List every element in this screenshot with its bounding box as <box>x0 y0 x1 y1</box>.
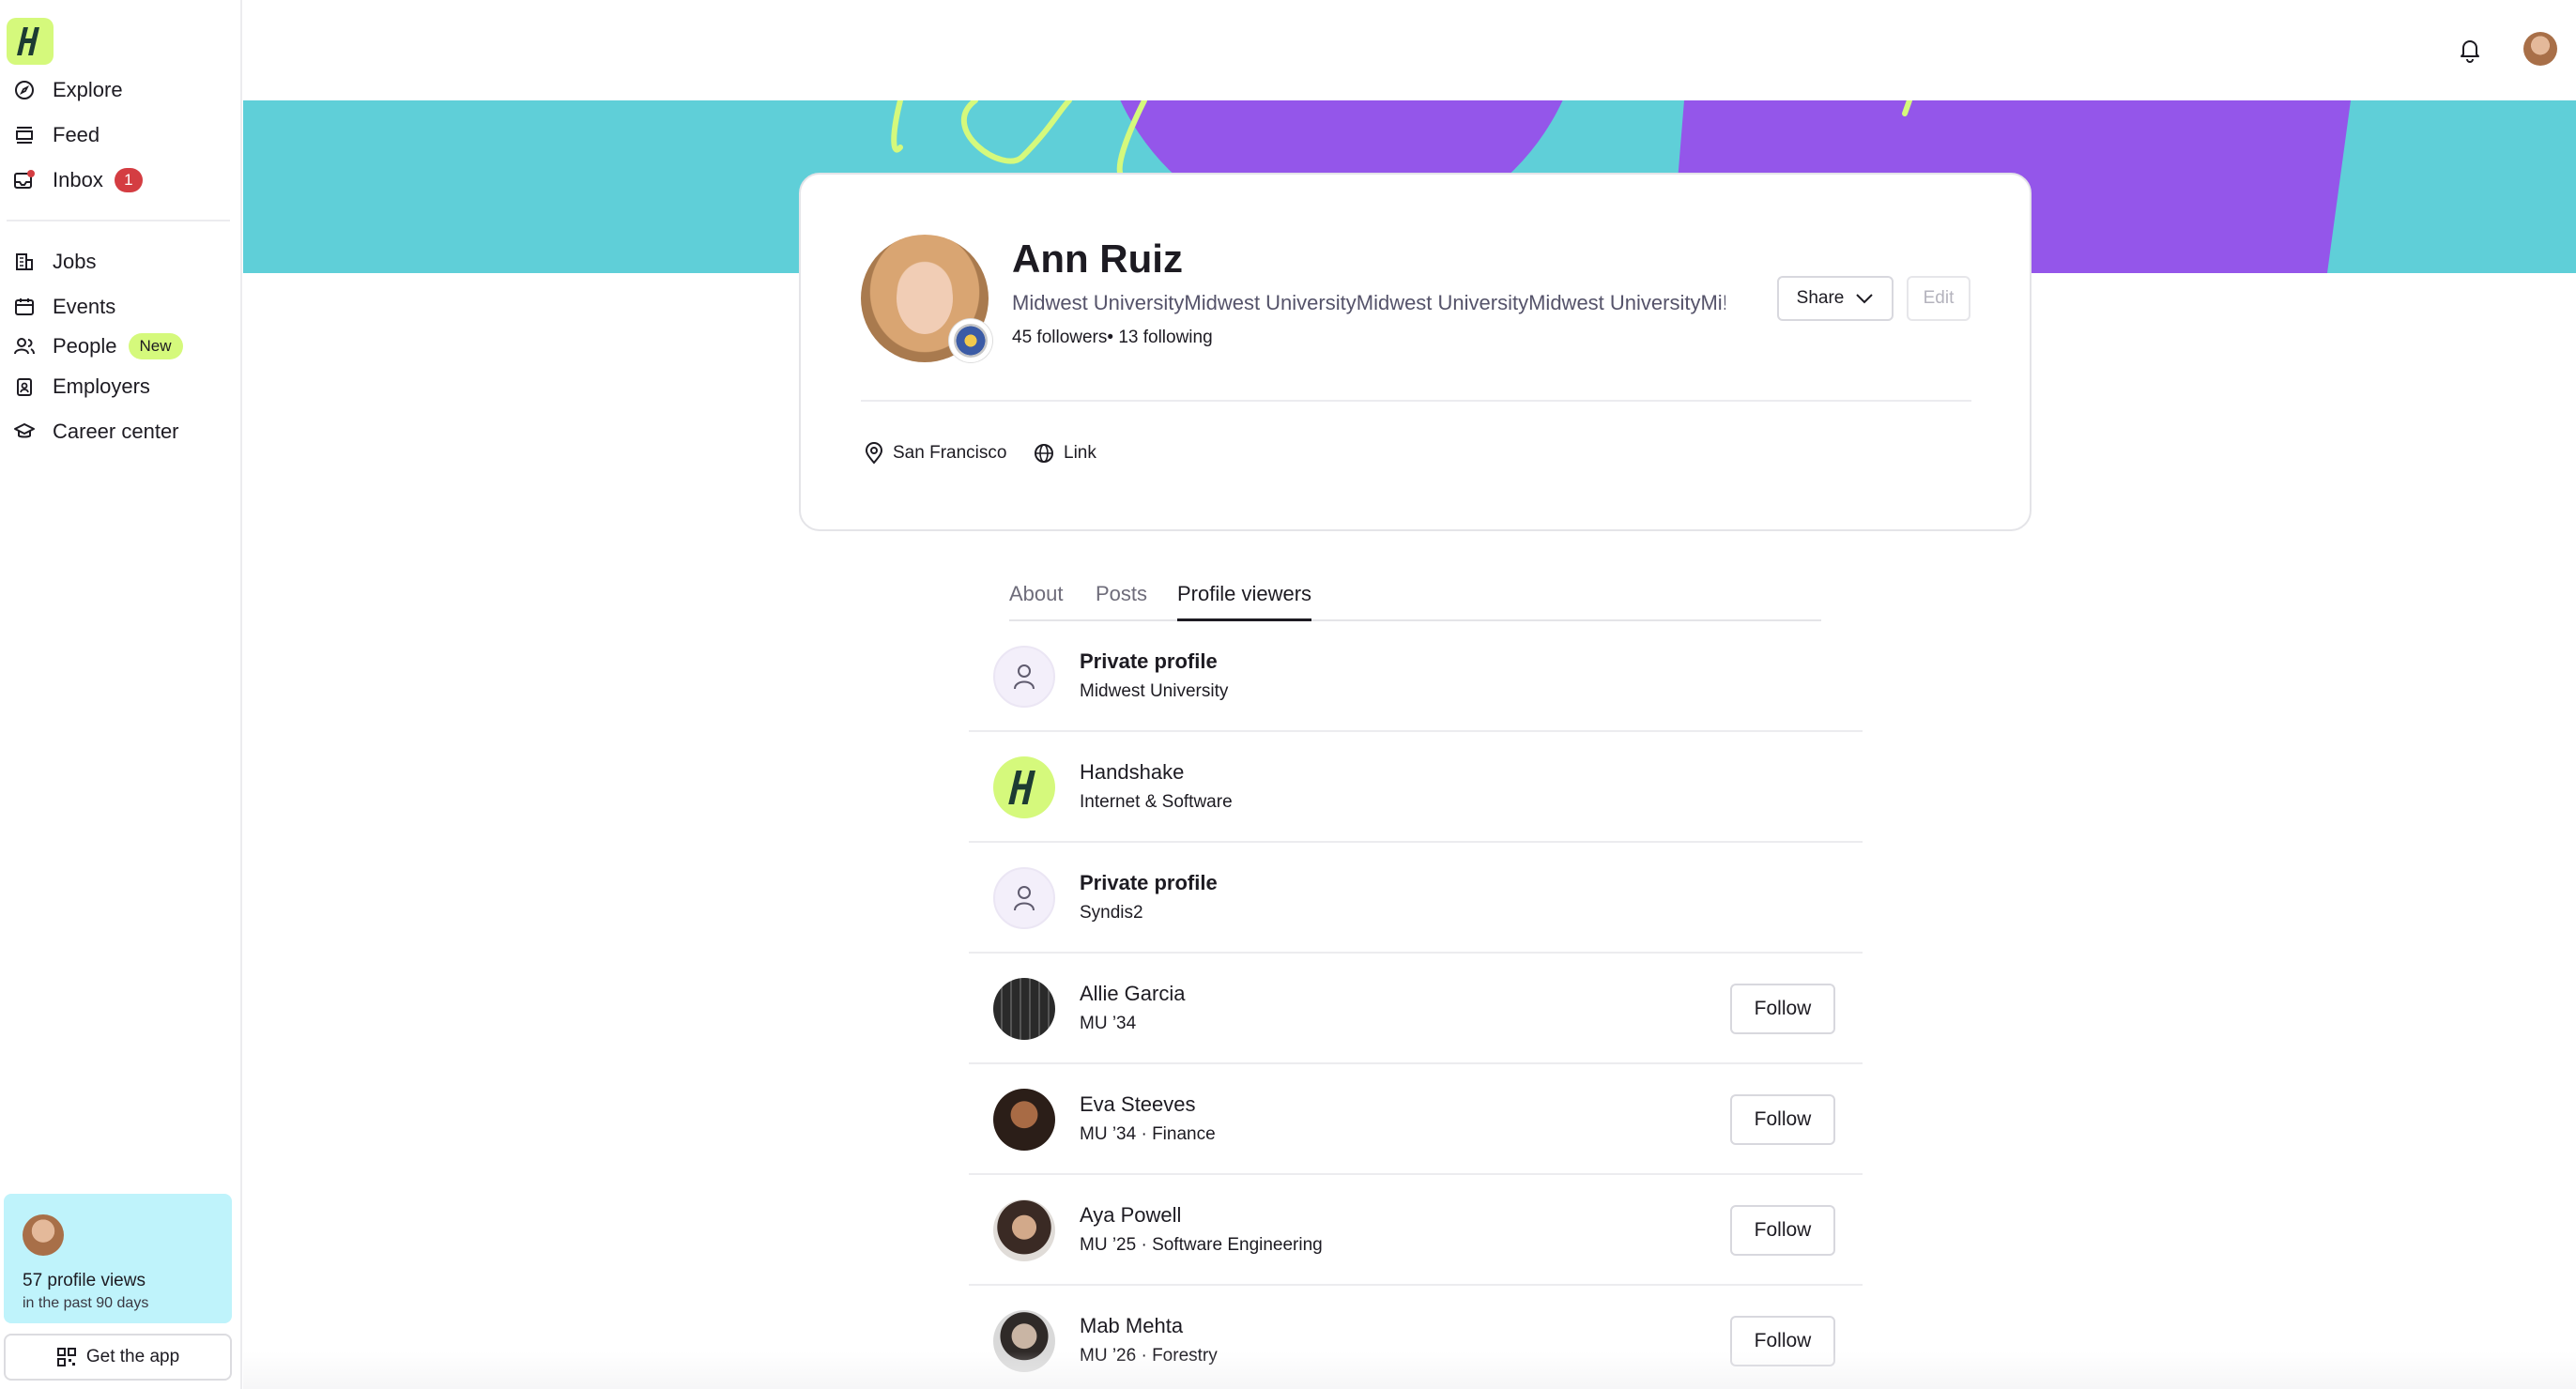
sidebar-item-label: Career center <box>53 420 179 443</box>
sidebar-item-label: Employers <box>53 374 150 398</box>
viewer-subtitle: Internet & Software <box>1080 792 1233 812</box>
handshake-logo <box>993 756 1055 818</box>
viewer-subtitle: MU ’34 · Finance <box>1080 1124 1216 1144</box>
chevron-down-icon <box>1856 294 1874 304</box>
follow-stats[interactable]: 45 followers• 13 following <box>1012 328 1213 348</box>
location-text: San Francisco <box>893 443 1007 463</box>
building-icon <box>13 251 36 273</box>
avatar <box>993 1310 1055 1372</box>
sidebar-item-label: Jobs <box>53 250 97 273</box>
sidebar-item-inbox[interactable]: Inbox 1 <box>13 161 143 199</box>
sidebar-item-label: Events <box>53 295 116 318</box>
qr-code-icon <box>56 1348 76 1366</box>
get-the-app-button[interactable]: Get the app <box>4 1334 232 1381</box>
people-icon <box>13 335 36 358</box>
viewer-name: Private profile <box>1080 871 1218 894</box>
profile-views-card[interactable]: 57 profile views in the past 90 days <box>4 1194 232 1323</box>
sidebar-item-label: Feed <box>53 123 100 146</box>
sidebar-item-people[interactable]: People New <box>13 328 183 365</box>
sidebar-item-label: Inbox <box>53 168 103 191</box>
viewer-name: Aya Powell <box>1080 1203 1182 1227</box>
list-item[interactable]: Allie Garcia MU ’34 Follow <box>969 954 1863 1064</box>
follow-button[interactable]: Follow <box>1730 984 1835 1034</box>
sidebar-item-label: Explore <box>53 78 123 101</box>
avatar <box>993 978 1055 1040</box>
location-pin-icon <box>865 442 883 465</box>
profile-views-count: 57 profile views <box>23 1271 146 1290</box>
avatar <box>993 1089 1055 1151</box>
share-button[interactable]: Share <box>1777 276 1894 321</box>
avatar <box>993 1199 1055 1261</box>
follow-button[interactable]: Follow <box>1730 1094 1835 1145</box>
list-item[interactable]: Private profile Midwest University <box>969 621 1863 732</box>
user-avatar-menu[interactable] <box>2523 32 2557 66</box>
follow-button[interactable]: Follow <box>1730 1316 1835 1366</box>
calendar-icon <box>13 296 36 318</box>
viewer-subtitle: Syndis2 <box>1080 903 1143 923</box>
sidebar-item-jobs[interactable]: Jobs <box>13 243 96 281</box>
sidebar-divider <box>7 220 230 221</box>
new-badge: New <box>128 333 183 359</box>
list-item[interactable]: Aya Powell MU ’25 · Software Engineering… <box>969 1175 1863 1286</box>
sidebar-item-feed[interactable]: Feed <box>13 116 100 154</box>
website-link[interactable]: Link <box>1034 439 1096 467</box>
globe-icon <box>1035 444 1053 463</box>
person-icon <box>993 867 1055 929</box>
tab-about[interactable]: About <box>1009 582 1064 621</box>
sidebar-item-employers[interactable]: Employers <box>13 368 150 405</box>
tab-posts[interactable]: Posts <box>1096 582 1147 621</box>
feed-icon <box>13 124 36 146</box>
sidebar-item-events[interactable]: Events <box>13 288 115 326</box>
list-item[interactable]: Handshake Internet & Software <box>969 732 1863 843</box>
viewer-name: Handshake <box>1080 760 1185 784</box>
profile-card: Ann Ruiz Midwest UniversityMidwest Unive… <box>799 173 2032 531</box>
sidebar-item-career-center[interactable]: Career center <box>13 413 179 450</box>
avatar <box>23 1214 64 1256</box>
viewer-subtitle: MU ’34 <box>1080 1014 1137 1033</box>
sidebar-item-explore[interactable]: Explore <box>13 71 123 109</box>
location-info: San Francisco <box>865 439 1006 467</box>
handshake-logo[interactable] <box>7 18 54 65</box>
list-item[interactable]: Mab Mehta MU ’26 · Forestry Follow <box>969 1286 1863 1389</box>
viewer-name: Eva Steeves <box>1080 1092 1196 1116</box>
viewer-name: Allie Garcia <box>1080 982 1186 1005</box>
list-item[interactable]: Eva Steeves MU ’34 · Finance Follow <box>969 1064 1863 1175</box>
viewer-subtitle: MU ’25 · Software Engineering <box>1080 1235 1323 1255</box>
person-icon <box>993 646 1055 708</box>
viewer-name: Mab Mehta <box>1080 1314 1184 1337</box>
compass-icon <box>13 79 36 101</box>
graduation-cap-icon <box>13 420 36 443</box>
tab-profile-viewers[interactable]: Profile viewers <box>1177 582 1312 621</box>
profile-tabs: About Posts Profile viewers <box>1009 578 1821 621</box>
follow-button[interactable]: Follow <box>1730 1205 1835 1256</box>
link-text: Link <box>1064 443 1096 463</box>
inbox-count-badge: 1 <box>114 168 143 192</box>
university-seal-icon <box>949 319 992 362</box>
viewer-name: Private profile <box>1080 649 1218 673</box>
profile-name: Ann Ruiz <box>1012 237 1183 281</box>
get-the-app-label: Get the app <box>85 1347 180 1366</box>
sidebar-item-label: People <box>53 334 117 358</box>
list-item[interactable]: Private profile Syndis2 <box>969 843 1863 954</box>
notifications-bell-icon[interactable] <box>2456 36 2484 64</box>
employer-badge-icon <box>13 375 36 398</box>
sidebar: Explore Feed Inbox 1 Jobs Events People … <box>0 0 242 1389</box>
profile-views-period: in the past 90 days <box>23 1295 149 1311</box>
card-divider <box>861 400 1971 402</box>
profile-school: Midwest UniversityMidwest UniversityMidw… <box>1012 291 1725 314</box>
viewer-subtitle: MU ’26 · Forestry <box>1080 1346 1218 1366</box>
edit-button[interactable]: Edit <box>1907 276 1970 321</box>
inbox-icon <box>13 169 36 191</box>
share-label: Share <box>1796 288 1845 308</box>
viewer-subtitle: Midwest University <box>1080 681 1229 701</box>
